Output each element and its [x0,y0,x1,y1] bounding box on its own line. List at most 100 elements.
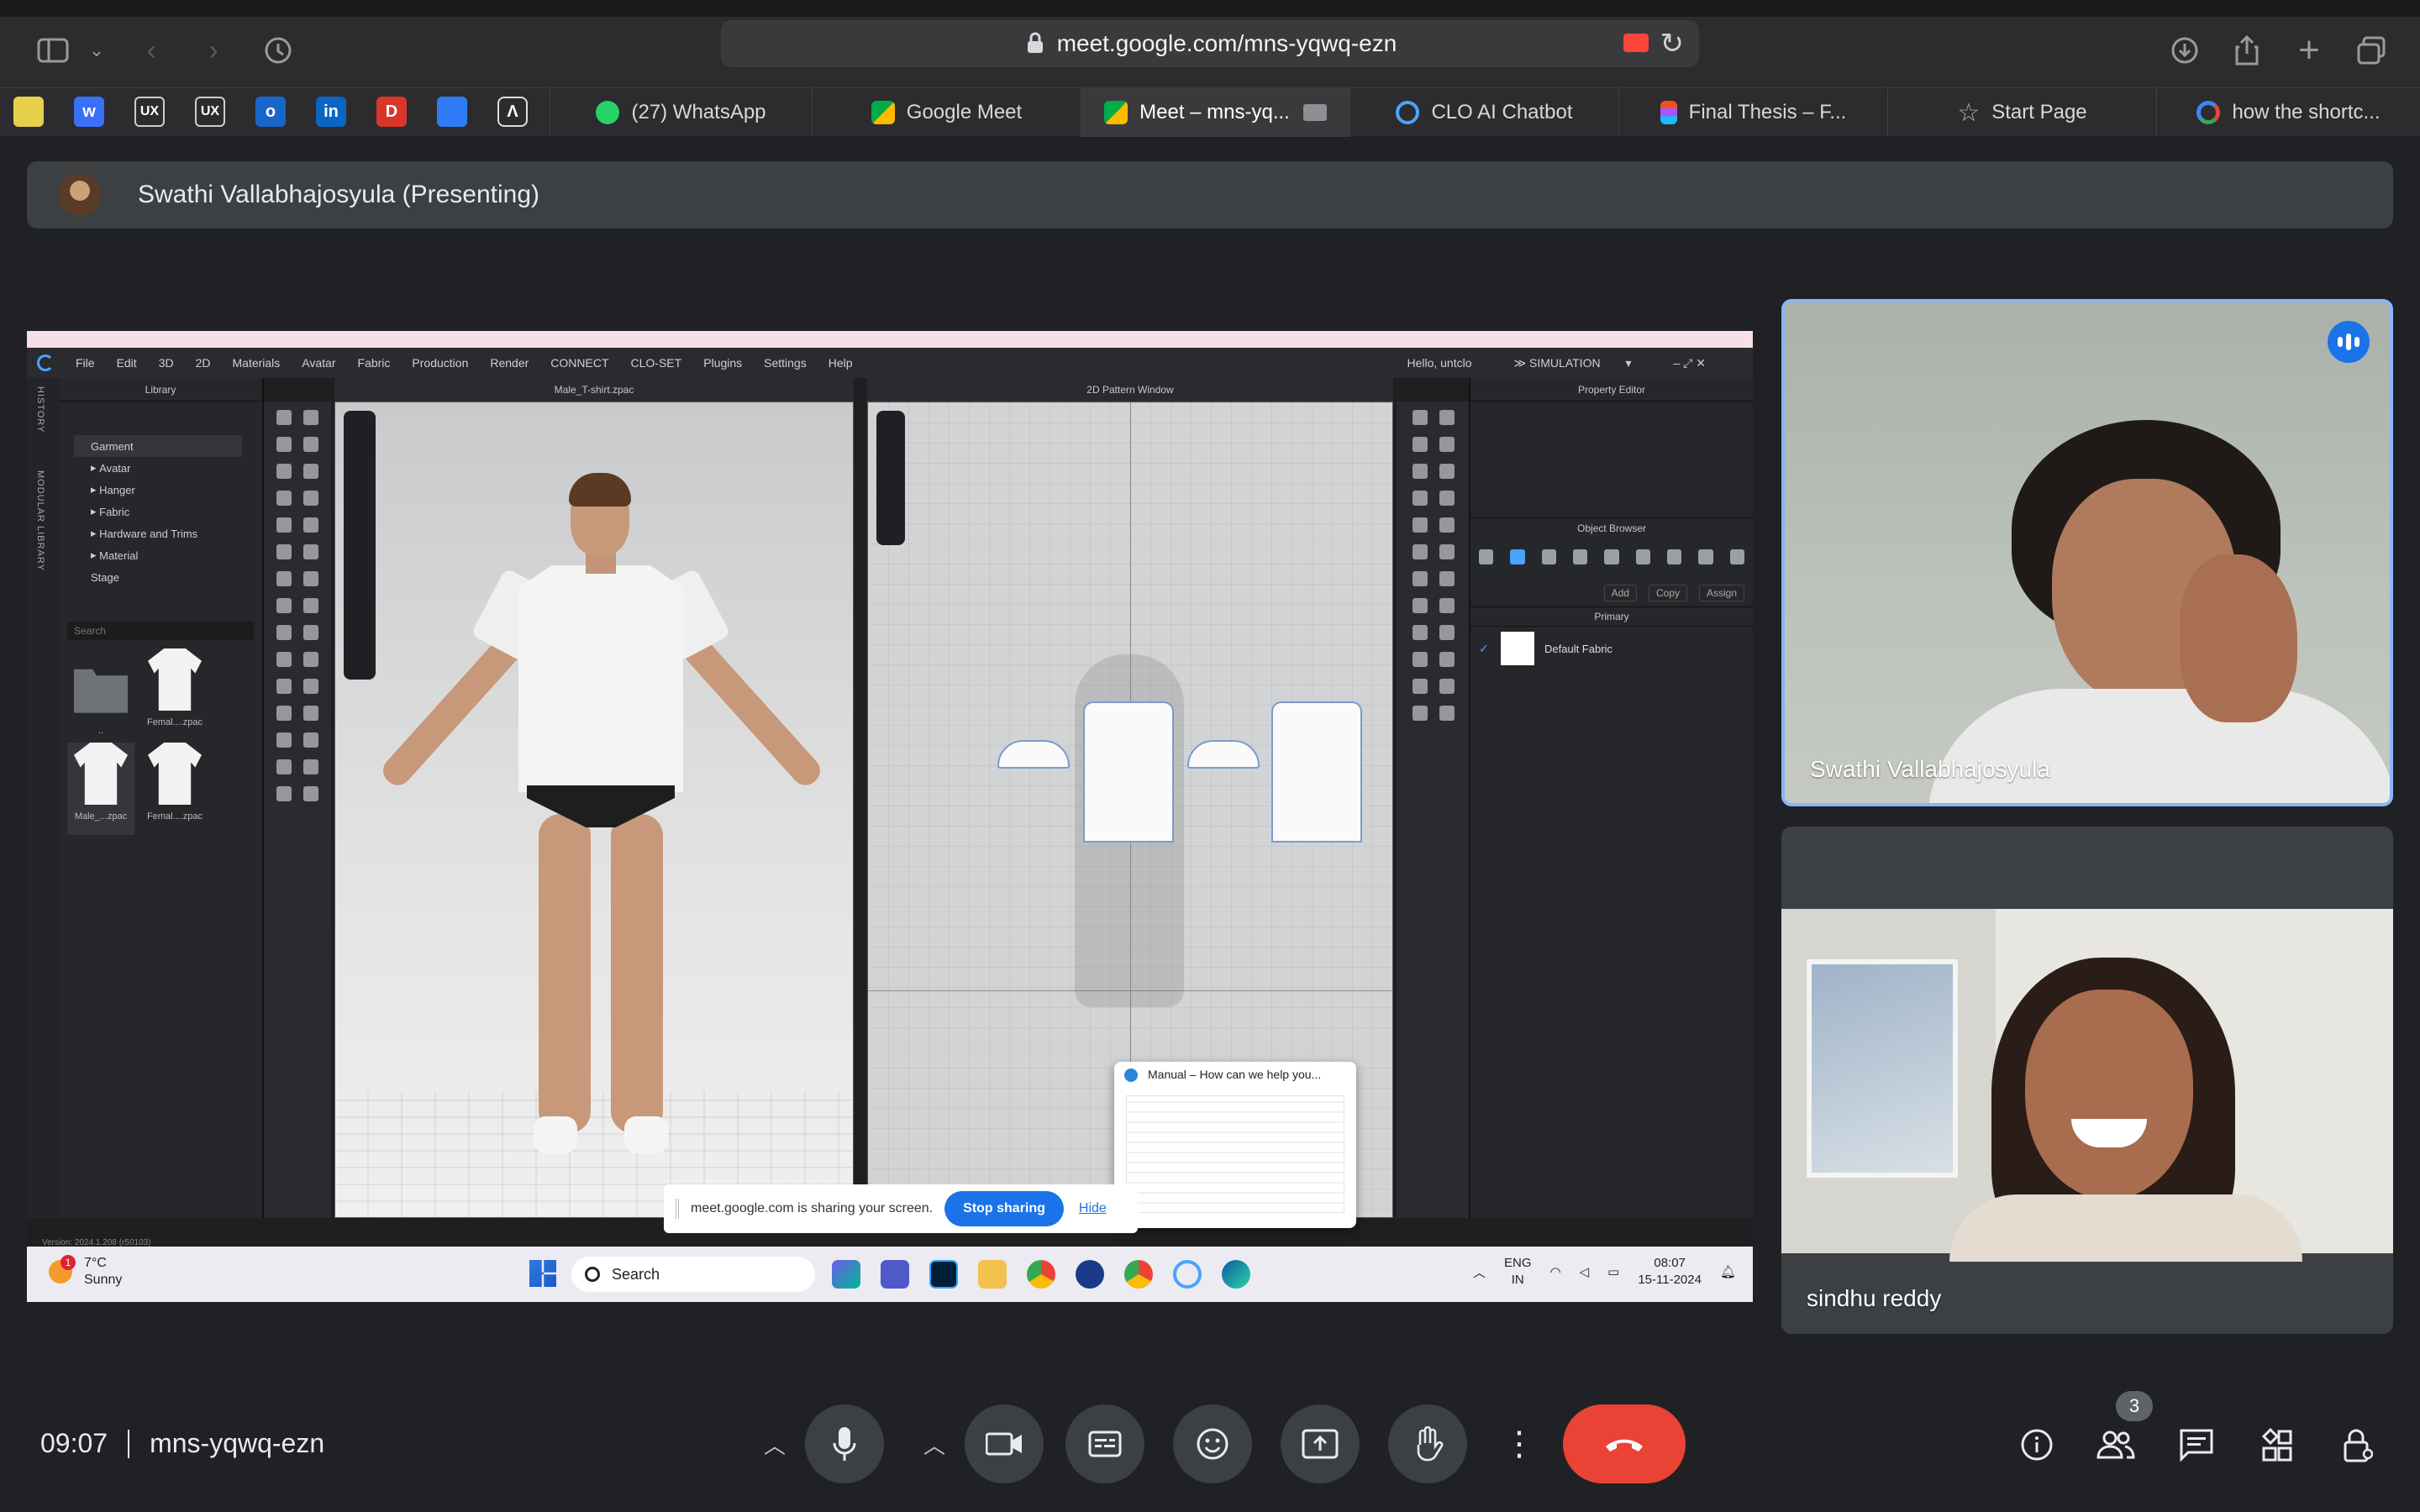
tool-icon[interactable] [1439,464,1455,479]
file-explorer-icon[interactable] [978,1260,1007,1289]
host-controls-icon[interactable] [2333,1420,2383,1470]
menu-item-2d[interactable]: 2D [196,356,211,370]
app-bookmark-icon[interactable] [437,97,467,127]
edge-icon[interactable] [1222,1260,1250,1289]
bookmark-icon[interactable] [13,97,44,127]
tab-history[interactable]: HISTORY [35,386,45,433]
texture-icon[interactable] [1541,549,1556,564]
fabric-list-item[interactable]: ✓ Default Fabric [1479,630,1746,667]
tab-whatsapp[interactable]: (27) WhatsApp [550,88,812,137]
tool-icon[interactable] [1439,491,1455,506]
thumb-female-1[interactable]: Femal....zpac [141,648,208,741]
bookmark-red-icon[interactable]: D [376,97,407,127]
tool-icon[interactable] [1439,652,1455,667]
hide-button[interactable]: Hide [1079,1201,1107,1216]
copy-button[interactable]: Copy [1648,585,1687,601]
tab-overview-icon[interactable] [2353,25,2390,76]
tab-google-search[interactable]: how the shortc... [2156,88,2420,137]
camera-button[interactable] [965,1404,1044,1483]
tool-icon[interactable] [303,598,318,613]
participant-tile[interactable]: sindhu reddy [1781,827,2393,1334]
tree-item-garment[interactable]: Garment [74,435,242,457]
chevron-down-icon[interactable]: ⌄ [84,25,109,76]
primary-colorway[interactable]: Primary [1470,606,1753,627]
menu-item-help[interactable]: Help [829,356,853,370]
tool-icon[interactable] [1413,410,1428,425]
download-icon[interactable] [2166,25,2203,76]
tab-clo-chatbot[interactable]: CLO AI Chatbot [1349,88,1618,137]
menu-item-edit[interactable]: Edit [117,356,137,370]
tool-icon[interactable] [303,491,318,506]
share-icon[interactable] [2228,25,2265,76]
tool-icon[interactable] [1439,706,1455,721]
clo-taskbar-icon[interactable] [1173,1260,1202,1289]
menu-item-file[interactable]: File [76,356,95,370]
teams-icon[interactable] [881,1260,909,1289]
audio-options-chevron-icon[interactable]: ︿ [748,1404,802,1483]
tool-icon[interactable] [303,625,318,640]
tool-icon[interactable] [1439,544,1455,559]
microphone-button[interactable] [805,1404,884,1483]
trim-icon[interactable] [1666,549,1682,564]
url-bar[interactable]: meet.google.com/mns-yqwq-ezn ↻ [721,20,1699,67]
tool-icon[interactable] [303,732,318,748]
tool-icon[interactable] [1439,598,1455,613]
new-tab-icon[interactable]: + [2291,25,2328,76]
tab-meet-active[interactable]: Meet – mns-yq... [1081,88,1349,137]
menu-item-avatar[interactable]: Avatar [302,356,335,370]
tab-start-page[interactable]: ☆ Start Page [1887,88,2156,137]
tool-icon[interactable] [276,437,292,452]
tool-icon[interactable] [1413,706,1428,721]
tool-icon[interactable] [1439,437,1455,452]
drag-handle-icon[interactable] [676,1199,679,1219]
window-controls[interactable]: – ⤢ ✕ [1674,356,1707,370]
battery-icon[interactable]: ▭ [1607,1264,1619,1279]
tree-item-fabric[interactable]: ▸ Fabric [74,501,262,522]
tool-icon[interactable] [276,759,292,774]
tool-icon[interactable] [1413,437,1428,452]
tool-icon[interactable] [1413,625,1428,640]
tree-item-hanger[interactable]: ▸ Hanger [74,479,262,501]
tool-icon[interactable] [276,625,292,640]
tool-icon[interactable] [303,786,318,801]
reactions-button[interactable] [1173,1404,1252,1483]
menu-item-render[interactable]: Render [490,356,529,370]
tool-icon[interactable] [276,544,292,559]
tree-item-avatar[interactable]: ▸ Avatar [74,457,262,479]
simulation-mode[interactable]: ≫ SIMULATION ▾ [1514,356,1632,370]
more-options-icon[interactable]: ⋮ [1492,1404,1546,1483]
tool-icon[interactable] [303,464,318,479]
menu-item-fabric[interactable]: Fabric [358,356,391,370]
chrome-profile-icon[interactable] [1124,1260,1153,1289]
tool-icon[interactable] [1439,625,1455,640]
sidebar-toggle-icon[interactable] [32,25,74,76]
tool-icon[interactable] [1413,598,1428,613]
list-icon[interactable] [1479,549,1494,564]
tool-icon[interactable] [303,544,318,559]
tool-icon[interactable] [303,571,318,586]
add-button[interactable]: Add [1603,585,1637,601]
thumb-male[interactable]: Male_...zpac [67,743,134,835]
3d-garment-window[interactable] [334,402,854,1218]
chrome-icon[interactable] [1027,1260,1055,1289]
tool-icon[interactable] [1413,571,1428,586]
tool-icon[interactable] [303,517,318,533]
tool-icon[interactable] [303,706,318,721]
camera-active-icon[interactable] [1623,34,1649,52]
more-icon[interactable] [1729,549,1744,564]
webflow-icon[interactable]: w [74,97,104,127]
tool-icon[interactable] [303,759,318,774]
graphic-icon[interactable] [1698,549,1713,564]
tool-icon[interactable] [1413,491,1428,506]
linkedin-icon[interactable]: in [316,97,346,127]
present-screen-button[interactable] [1281,1404,1360,1483]
tool-icon[interactable] [303,410,318,425]
tree-item-stage[interactable]: Stage [74,566,262,588]
tool-icon[interactable] [1413,544,1428,559]
bell-icon[interactable]: 🔔︎ [1720,1264,1736,1279]
pattern-piece-sleeve[interactable] [997,740,1070,769]
tool-icon[interactable] [1413,652,1428,667]
taskbar-search[interactable]: Search [571,1257,815,1292]
meeting-details-icon[interactable] [2012,1420,2062,1470]
tree-item-hardware[interactable]: ▸ Hardware and Trims [74,522,262,544]
